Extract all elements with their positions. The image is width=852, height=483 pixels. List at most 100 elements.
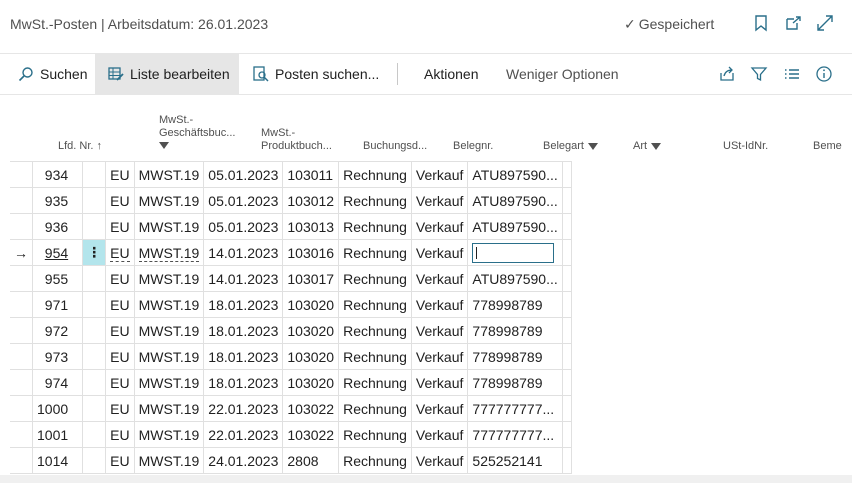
posting-date-cell[interactable]: 18.01.2023 — [203, 291, 284, 318]
table-row[interactable]: 1000 EU MWST.19 22.01.2023 103022 Rechnung Ver… — [10, 395, 572, 422]
column-header-vat-registration-no[interactable]: USt-IdNr. — [717, 93, 807, 161]
column-header-prod-posting-group[interactable]: MwSt.- Produktbuch... — [255, 93, 357, 161]
gen-bus-posting-group-cell[interactable]: EU — [105, 369, 135, 396]
horizontal-scrollbar[interactable] — [0, 475, 852, 483]
vat-registration-no-cell[interactable]: 778998789 — [467, 317, 563, 344]
column-header-gen-bus-posting-group[interactable]: MwSt.- Geschäftsbuc... — [153, 93, 255, 161]
type-cell[interactable]: Verkauf — [410, 447, 469, 474]
document-type-cell[interactable]: Rechnung — [338, 265, 412, 292]
entry-no-cell[interactable]: 934 — [31, 161, 84, 188]
document-type-cell[interactable]: Rechnung — [338, 239, 412, 266]
edit-list-button[interactable]: Liste bearbeiten — [95, 54, 239, 94]
info-icon[interactable] — [815, 65, 833, 83]
document-type-cell[interactable]: Rechnung — [338, 343, 412, 370]
vat-registration-no-cell[interactable]: ATU897590... — [467, 161, 563, 188]
entry-no-cell[interactable]: 1014 — [31, 447, 84, 474]
document-no-cell[interactable]: 103020 — [282, 369, 340, 396]
vat-prod-posting-group-cell[interactable]: MWST.19 — [133, 161, 205, 188]
posting-date-cell[interactable]: 18.01.2023 — [203, 343, 284, 370]
document-type-cell[interactable]: Rechnung — [338, 213, 412, 240]
remarks-cell[interactable] — [561, 447, 572, 474]
remarks-cell[interactable] — [561, 161, 572, 188]
document-no-cell[interactable]: 103012 — [282, 187, 340, 214]
type-cell[interactable]: Verkauf — [410, 395, 469, 422]
column-header-document-no[interactable]: Belegnr. — [447, 93, 537, 161]
entry-no-cell[interactable]: 972 — [31, 317, 84, 344]
document-no-cell[interactable]: 103016 — [282, 239, 340, 266]
find-entries-button[interactable]: Posten suchen... — [253, 54, 379, 94]
remarks-cell[interactable] — [561, 213, 572, 240]
entry-no-cell[interactable]: 1000 — [31, 395, 84, 422]
type-cell[interactable]: Verkauf — [410, 239, 469, 266]
document-no-cell[interactable]: 103022 — [282, 421, 340, 448]
document-no-cell[interactable]: 103020 — [282, 343, 340, 370]
vat-registration-no-cell[interactable]: ATU897590... — [467, 265, 563, 292]
document-type-cell[interactable]: Rechnung — [338, 369, 412, 396]
table-row[interactable]: → 954 ⋮ EU MWST.19 14.01.2023 103016 Rechnung Ve… — [10, 239, 572, 266]
document-no-cell[interactable]: 103013 — [282, 213, 340, 240]
document-type-cell[interactable]: Rechnung — [338, 187, 412, 214]
remarks-cell[interactable] — [561, 317, 572, 344]
posting-date-cell[interactable]: 22.01.2023 — [203, 395, 284, 422]
type-cell[interactable]: Verkauf — [410, 291, 469, 318]
bookmark-icon[interactable] — [752, 14, 770, 32]
posting-date-cell[interactable]: 05.01.2023 — [203, 213, 284, 240]
table-row[interactable]: 971 EU MWST.19 18.01.2023 103020 Rechnung Verk… — [10, 291, 572, 318]
table-row[interactable]: 955 EU MWST.19 14.01.2023 103017 Rechnung Verk… — [10, 265, 572, 292]
document-type-cell[interactable]: Rechnung — [338, 161, 412, 188]
expand-icon[interactable] — [816, 14, 834, 32]
filter-icon[interactable] — [750, 65, 768, 83]
table-row[interactable]: 1001 EU MWST.19 22.01.2023 103022 Rechnung Ver… — [10, 421, 572, 448]
list-view-icon[interactable] — [783, 65, 801, 83]
document-no-cell[interactable]: 103020 — [282, 291, 340, 318]
type-cell[interactable]: Verkauf — [410, 317, 469, 344]
column-header-document-type[interactable]: Belegart — [537, 93, 627, 161]
posting-date-cell[interactable]: 14.01.2023 — [203, 239, 284, 266]
vat-prod-posting-group-cell[interactable]: MWST.19 — [133, 447, 205, 474]
vat-registration-no-cell[interactable]: 777777777... — [467, 421, 563, 448]
fewer-options-button[interactable]: Weniger Optionen — [506, 54, 619, 94]
type-cell[interactable]: Verkauf — [410, 265, 469, 292]
column-header-entry-no[interactable]: Lfd. Nr. ↑ — [34, 93, 124, 161]
vat-registration-no-cell[interactable]: 778998789 — [467, 343, 563, 370]
vat-prod-posting-group-cell[interactable]: MWST.19 — [133, 369, 205, 396]
table-row[interactable]: 1014 EU MWST.19 24.01.2023 2808 Rechnung Verka… — [10, 447, 572, 474]
type-cell[interactable]: Verkauf — [410, 213, 469, 240]
document-type-cell[interactable]: Rechnung — [338, 421, 412, 448]
column-header-posting-date[interactable]: Buchungsd... — [357, 93, 447, 161]
entry-no-cell[interactable]: 935 — [31, 187, 84, 214]
share-icon[interactable] — [718, 65, 736, 83]
vat-prod-posting-group-cell[interactable]: MWST.19 — [133, 291, 205, 318]
remarks-cell[interactable] — [561, 239, 572, 266]
document-type-cell[interactable]: Rechnung — [338, 317, 412, 344]
remarks-cell[interactable] — [561, 395, 572, 422]
document-no-cell[interactable]: 2808 — [282, 447, 340, 474]
remarks-cell[interactable] — [561, 369, 572, 396]
document-type-cell[interactable]: Rechnung — [338, 291, 412, 318]
table-row[interactable]: 935 EU MWST.19 05.01.2023 103012 Rechnung Verk… — [10, 187, 572, 214]
document-type-cell[interactable]: Rechnung — [338, 395, 412, 422]
column-header-type[interactable]: Art — [627, 93, 717, 161]
vat-registration-no-cell[interactable]: ATU897590... — [467, 187, 563, 214]
gen-bus-posting-group-cell[interactable]: EU — [105, 421, 135, 448]
gen-bus-posting-group-cell[interactable]: EU — [105, 265, 135, 292]
entry-no-cell[interactable]: 936 — [31, 213, 84, 240]
remarks-cell[interactable] — [561, 187, 572, 214]
document-type-cell[interactable]: Rechnung — [338, 447, 412, 474]
type-cell[interactable]: Verkauf — [410, 161, 469, 188]
table-row[interactable]: 974 EU MWST.19 18.01.2023 103020 Rechnung Verk… — [10, 369, 572, 396]
vat-prod-posting-group-cell[interactable]: MWST.19 — [133, 343, 205, 370]
posting-date-cell[interactable]: 05.01.2023 — [203, 161, 284, 188]
type-cell[interactable]: Verkauf — [410, 187, 469, 214]
gen-bus-posting-group-cell[interactable]: EU — [105, 291, 135, 318]
document-no-cell[interactable]: 103011 — [282, 161, 340, 188]
remarks-cell[interactable] — [561, 291, 572, 318]
posting-date-cell[interactable]: 18.01.2023 — [203, 317, 284, 344]
document-no-cell[interactable]: 103020 — [282, 317, 340, 344]
vat-registration-no-cell[interactable]: ATU897590... — [467, 213, 563, 240]
entry-no-cell[interactable]: 1001 — [31, 421, 84, 448]
gen-bus-posting-group-cell[interactable]: EU — [105, 161, 135, 188]
vat-prod-posting-group-cell[interactable]: MWST.19 — [133, 421, 205, 448]
type-cell[interactable]: Verkauf — [410, 421, 469, 448]
column-header-remarks[interactable]: Beme — [807, 93, 852, 161]
